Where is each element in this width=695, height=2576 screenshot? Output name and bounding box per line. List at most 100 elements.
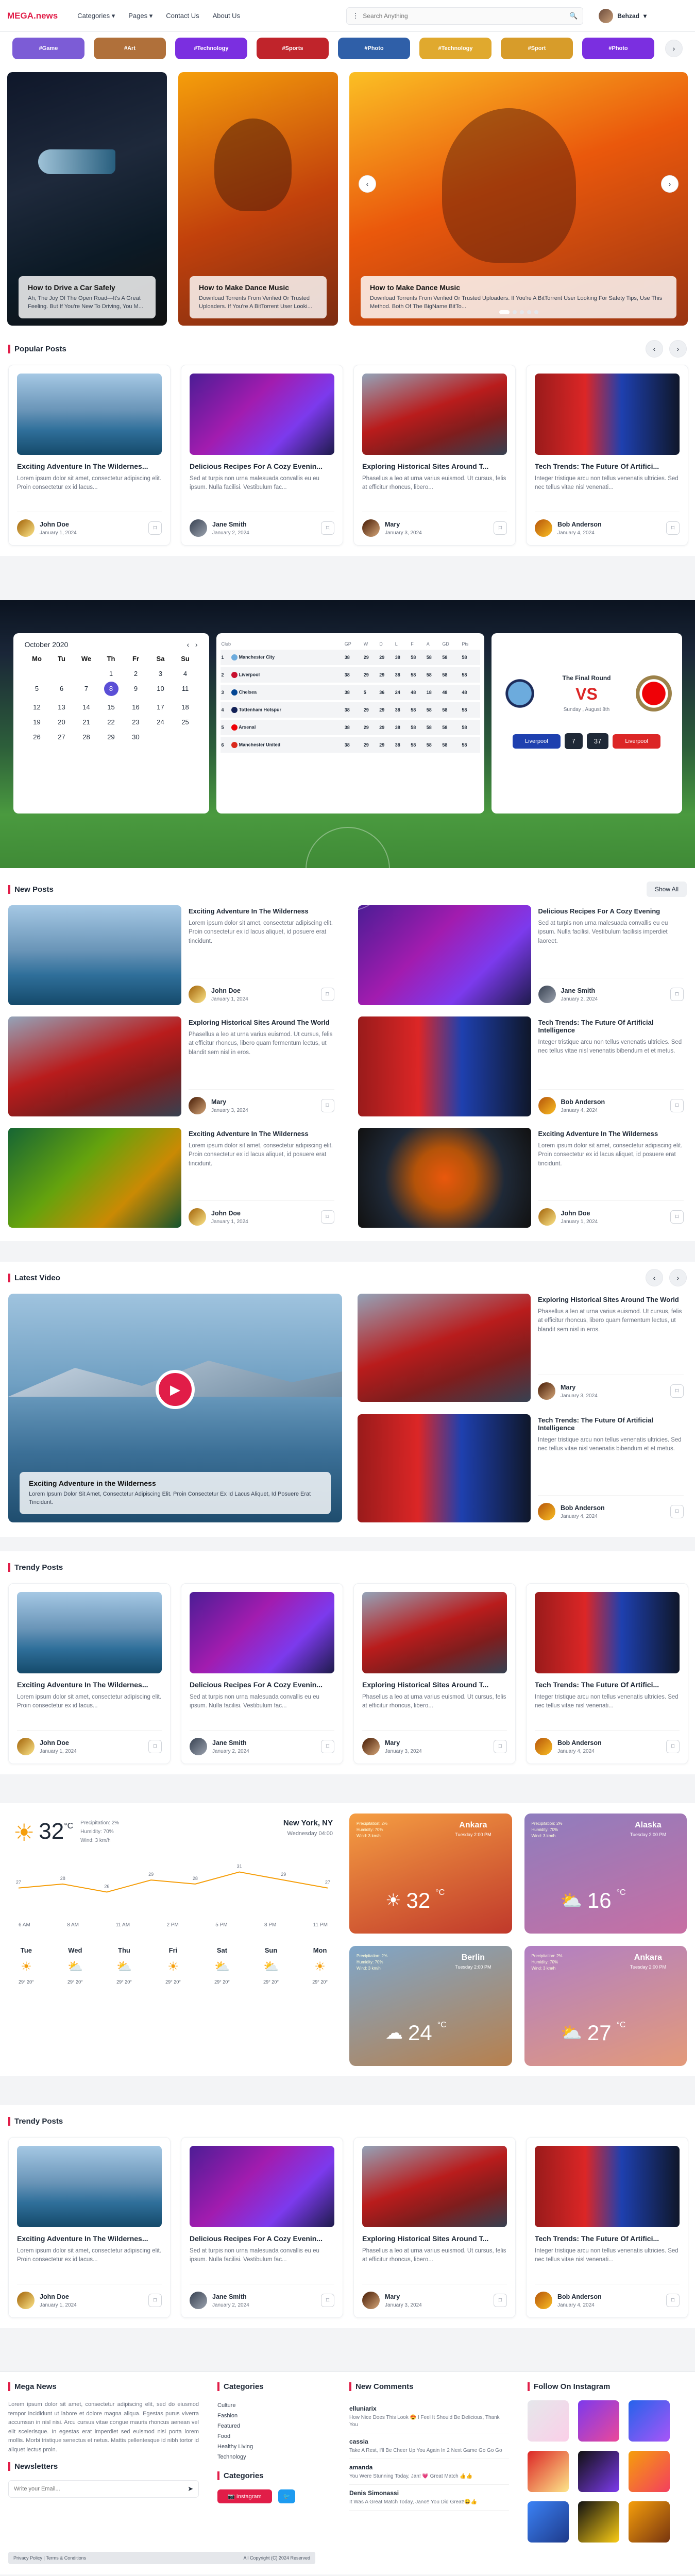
show-all-button[interactable]: Show All [646, 882, 687, 897]
new-post-item[interactable]: Delicious Recipes For A Cozy Evening Sed … [358, 905, 687, 1005]
send-icon[interactable]: ➤ [188, 2485, 193, 2493]
comment-item[interactable]: elluniarix How Nice Does This Look 😍 I Fe… [349, 2400, 509, 2433]
prev-arrow-button[interactable]: ‹ [646, 340, 663, 358]
bookmark-icon[interactable]: ⌑ [148, 1740, 162, 1753]
calendar-date[interactable]: 23 [124, 718, 148, 726]
category-chip[interactable]: #Art [94, 38, 166, 59]
post-card[interactable]: Exciting Adventure In The Wildernes... L… [8, 365, 171, 546]
slider-dot[interactable] [519, 310, 524, 314]
hero-card[interactable]: How to Drive a Car Safely Ah, The Joy Of … [7, 72, 167, 326]
slider-next-button[interactable]: › [661, 175, 679, 193]
comment-item[interactable]: amanda You Were Stunning Today, Jan! 💗 Gr… [349, 2459, 509, 2485]
play-icon[interactable]: ▶ [156, 1370, 195, 1410]
post-card[interactable]: Tech Trends: The Future Of Artifici... I… [526, 1583, 688, 1764]
post-card[interactable]: Delicious Recipes For A Cozy Evenin... S… [181, 365, 343, 546]
post-card[interactable]: Exploring Historical Sites Around T... P… [353, 1583, 516, 1764]
city-weather-card[interactable]: Precipitation: 2% Humidity: 70% Wind: 3 km… [349, 1814, 512, 1934]
bookmark-icon[interactable]: ⌑ [321, 2294, 334, 2307]
new-post-item[interactable]: Tech Trends: The Future Of Artificial In… [358, 1016, 687, 1116]
table-row[interactable]: 1 Manchester City 38 29 29 38 58 58 58 58 [220, 650, 480, 667]
calendar-date[interactable]: 9 [124, 685, 148, 696]
instagram-photo[interactable] [578, 2501, 619, 2543]
calendar-date[interactable]: 12 [25, 703, 49, 711]
bookmark-icon[interactable]: ⌑ [666, 521, 680, 535]
calendar-date[interactable]: 27 [49, 733, 74, 741]
calendar-date[interactable]: 24 [148, 718, 173, 726]
calendar-date[interactable]: 21 [74, 718, 99, 726]
menu-pages[interactable]: Pages ▾ [128, 12, 152, 20]
calendar-date[interactable]: 28 [74, 733, 99, 741]
calendar-date[interactable]: 11 [173, 685, 198, 696]
instagram-photo[interactable] [629, 2501, 670, 2543]
bookmark-icon[interactable]: ⌑ [670, 988, 684, 1001]
bookmark-icon[interactable]: ⌑ [148, 2294, 162, 2307]
new-post-item[interactable]: Exciting Adventure In The Wilderness Lore… [8, 905, 337, 1005]
policy-links[interactable]: Privacy Policy | Terms & Conditions [13, 2555, 86, 2561]
slider-dot[interactable] [527, 310, 531, 314]
home-team-button[interactable]: Liverpool [513, 734, 561, 749]
calendar-date[interactable]: 20 [49, 718, 74, 726]
category-chip[interactable]: #Game [12, 38, 84, 59]
instagram-photo[interactable] [528, 2451, 569, 2492]
table-row[interactable]: 5 Arsenal 38 29 29 38 58 58 58 58 [220, 719, 480, 737]
next-arrow-button[interactable]: › [669, 1269, 687, 1286]
post-card[interactable]: Exploring Historical Sites Around T... P… [353, 2137, 516, 2318]
prev-arrow-button[interactable]: ‹ [646, 1269, 663, 1286]
video-side-item[interactable]: Exploring Historical Sites Around The Wo… [358, 1294, 687, 1402]
footer-category-link[interactable]: Healthy Living [217, 2442, 331, 2452]
instagram-photo[interactable] [578, 2400, 619, 2442]
instagram-photo[interactable] [578, 2451, 619, 2492]
calendar-date-selected[interactable]: 8 [99, 682, 124, 696]
new-post-item[interactable]: Exciting Adventure In The Wilderness Lore… [358, 1128, 687, 1228]
post-card[interactable]: Tech Trends: The Future Of Artifici... I… [526, 365, 688, 546]
calendar-prev-icon[interactable]: ‹ [187, 640, 189, 649]
calendar-date[interactable]: 15 [99, 703, 124, 711]
bookmark-icon[interactable]: ⌑ [320, 1210, 334, 1224]
calendar-next-icon[interactable]: › [195, 640, 198, 649]
instagram-photo[interactable] [528, 2400, 569, 2442]
calendar-date[interactable]: 1 [99, 670, 124, 677]
menu-dots-icon[interactable]: ⋮ [352, 12, 359, 20]
new-post-item[interactable]: Exciting Adventure In The Wilderness Lore… [8, 1128, 337, 1228]
city-weather-card[interactable]: Precipitation: 2% Humidity: 70% Wind: 3 km… [524, 1814, 687, 1934]
calendar-date[interactable]: 4 [173, 670, 198, 677]
table-row[interactable]: 2 Liverpool 38 29 29 38 58 58 58 58 [220, 666, 480, 685]
calendar-date[interactable]: 3 [148, 670, 173, 677]
calendar-date[interactable]: 2 [124, 670, 148, 677]
footer-category-link[interactable]: Featured [217, 2421, 331, 2431]
instagram-photo[interactable] [528, 2501, 569, 2543]
category-chip[interactable]: #Photo [338, 38, 410, 59]
slider-dot[interactable] [499, 310, 510, 314]
calendar-date[interactable]: 6 [49, 685, 74, 696]
footer-category-link[interactable]: Technology [217, 2452, 331, 2462]
calendar-date[interactable]: 30 [124, 733, 148, 741]
new-post-item[interactable]: Exploring Historical Sites Around The Wo… [8, 1016, 337, 1116]
calendar-date[interactable]: 5 [25, 685, 49, 696]
post-card[interactable]: Exploring Historical Sites Around T... P… [353, 365, 516, 546]
bookmark-icon[interactable]: ⌑ [666, 1740, 680, 1753]
city-weather-card[interactable]: Precipitation: 2% Humidity: 70% Wind: 3 km… [349, 1946, 512, 2066]
user-menu[interactable]: Behzad ▾ [599, 8, 647, 23]
category-chip[interactable]: #Technology [419, 38, 491, 59]
slider-dot[interactable] [512, 310, 517, 314]
bookmark-icon[interactable]: ⌑ [670, 1505, 684, 1518]
category-chip[interactable]: #Sports [257, 38, 329, 59]
bookmark-icon[interactable]: ⌑ [321, 1740, 334, 1753]
search-icon[interactable]: 🔍 [569, 12, 578, 20]
comment-item[interactable]: Denis Simonassi It Was A Great Match Toda… [349, 2485, 509, 2511]
table-row[interactable]: 4 Tottenham Hotspur 38 29 29 38 58 58 58 58 [220, 701, 480, 720]
bookmark-icon[interactable]: ⌑ [494, 1740, 507, 1753]
calendar-date[interactable]: 16 [124, 703, 148, 711]
menu-about[interactable]: About Us [213, 12, 240, 20]
instagram-photo[interactable] [629, 2400, 670, 2442]
bookmark-icon[interactable]: ⌑ [320, 1099, 334, 1112]
calendar-date[interactable]: 19 [25, 718, 49, 726]
city-weather-card[interactable]: Precipitation: 2% Humidity: 70% Wind: 3 km… [524, 1946, 687, 2066]
email-field[interactable] [14, 2485, 188, 2492]
post-card[interactable]: Delicious Recipes For A Cozy Evenin... S… [181, 2137, 343, 2318]
category-chip[interactable]: #Photo [582, 38, 654, 59]
footer-category-link[interactable]: Food [217, 2431, 331, 2442]
hero-slider[interactable]: ‹ › How to Make Dance Music Download Torr… [349, 72, 688, 326]
calendar-date[interactable]: 29 [99, 733, 124, 741]
video-side-item[interactable]: Tech Trends: The Future Of Artificial In… [358, 1414, 687, 1522]
